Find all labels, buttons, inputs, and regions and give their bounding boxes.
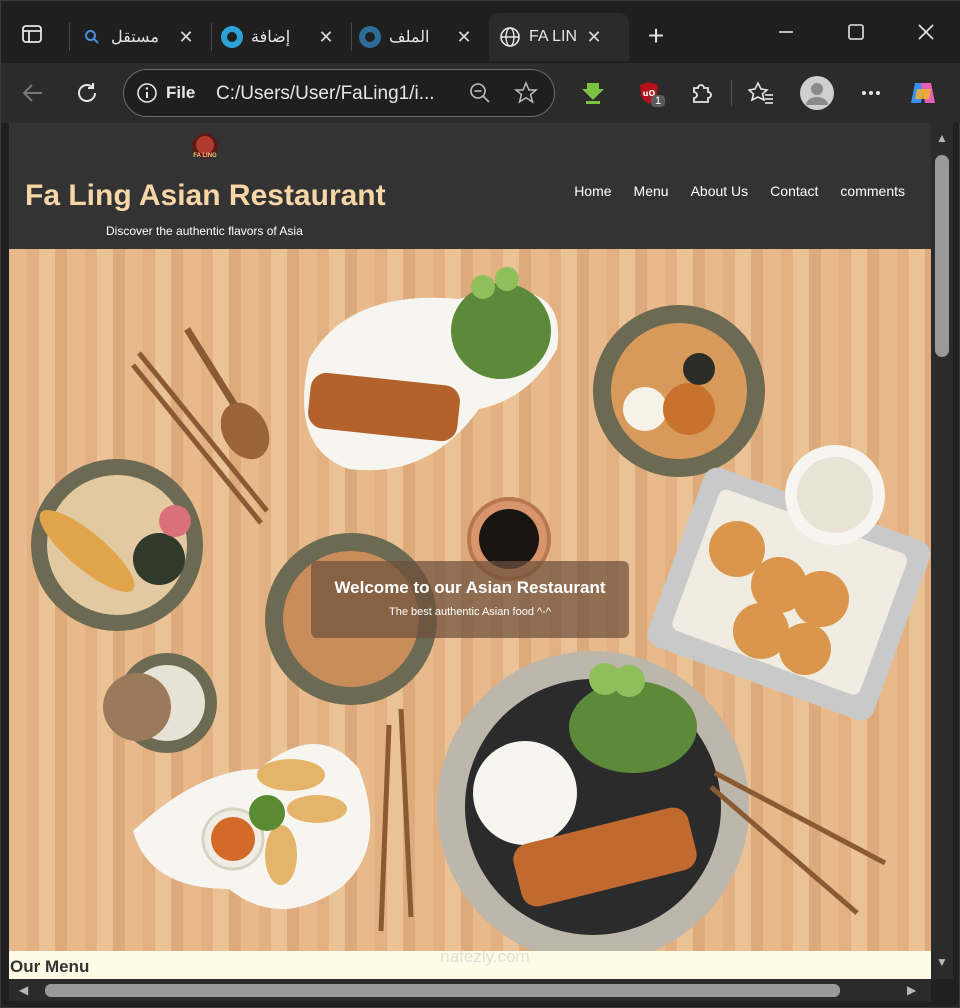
vertical-scroll-thumb[interactable] bbox=[935, 155, 949, 357]
scroll-right-icon[interactable]: ▶ bbox=[907, 983, 916, 997]
close-tab-icon[interactable]: ✕ bbox=[317, 27, 335, 47]
tab-separator bbox=[69, 23, 70, 51]
menu-heading: Our Menu bbox=[10, 957, 90, 976]
minimize-icon[interactable] bbox=[771, 17, 801, 47]
scroll-left-icon[interactable]: ◀ bbox=[19, 983, 28, 997]
tab-file[interactable]: الملف ✕ bbox=[359, 13, 483, 61]
close-tab-icon[interactable]: ✕ bbox=[455, 27, 473, 47]
tab-strip: مستقل ✕ إضافة ✕ الملف ✕ FA LING ✕ + bbox=[1, 1, 960, 63]
tab-separator bbox=[211, 23, 212, 51]
scroll-down-icon[interactable]: ▼ bbox=[936, 955, 948, 969]
welcome-subheading: The best authentic Asian food ^-^ bbox=[389, 606, 551, 618]
tab-title: مستقل bbox=[111, 29, 159, 46]
download-manager-icon[interactable] bbox=[577, 77, 609, 109]
nav-home[interactable]: Home bbox=[574, 183, 611, 199]
favorites-icon[interactable] bbox=[745, 77, 777, 109]
nav-menu[interactable]: Menu bbox=[634, 183, 669, 199]
profile-avatar-icon[interactable] bbox=[799, 75, 835, 111]
site-title: Fa Ling Asian Restaurant bbox=[25, 179, 386, 212]
close-tab-icon[interactable]: ✕ bbox=[585, 27, 603, 47]
main-nav: Home Menu About Us Contact comments bbox=[574, 183, 905, 199]
welcome-banner: Welcome to our Asian Restaurant The best… bbox=[311, 561, 629, 638]
search-icon bbox=[81, 26, 103, 48]
back-icon[interactable] bbox=[17, 77, 49, 109]
watermark-text: nafezly.com bbox=[440, 947, 530, 966]
globe-icon bbox=[499, 26, 521, 48]
page-viewport: FA LING Fa Ling Asian Restaurant Discove… bbox=[9, 123, 931, 979]
maximize-icon[interactable] bbox=[841, 17, 871, 47]
zoom-out-icon[interactable] bbox=[468, 81, 494, 107]
site-header: FA LING Fa Ling Asian Restaurant Discove… bbox=[9, 123, 931, 249]
tab-title: الملف bbox=[389, 29, 430, 46]
tab-title: FA LING bbox=[529, 28, 577, 45]
tab-separator bbox=[351, 23, 352, 51]
site-tagline: Discover the authentic flavors of Asia bbox=[106, 224, 303, 238]
circle-icon bbox=[359, 26, 381, 48]
tab-add[interactable]: إضافة ✕ bbox=[221, 13, 345, 61]
ublock-icon[interactable]: uO 1 bbox=[633, 77, 666, 109]
toolbar: File C:/Users/User/FaLing1/i... uO 1 bbox=[1, 63, 960, 123]
close-window-icon[interactable] bbox=[911, 17, 941, 47]
address-bar[interactable]: File C:/Users/User/FaLing1/i... bbox=[123, 69, 555, 117]
url-scheme: File bbox=[166, 83, 196, 102]
circle-icon bbox=[221, 26, 243, 48]
copilot-icon[interactable] bbox=[907, 77, 939, 109]
horizontal-scroll-thumb[interactable] bbox=[45, 984, 840, 997]
browser-window: مستقل ✕ إضافة ✕ الملف ✕ FA LING ✕ + bbox=[0, 0, 960, 1008]
scroll-up-icon[interactable]: ▲ bbox=[936, 131, 948, 145]
info-icon[interactable] bbox=[136, 82, 158, 104]
tab-faling[interactable]: FA LING ✕ bbox=[489, 13, 629, 61]
logo-text: FA LING bbox=[193, 153, 217, 159]
url-text[interactable]: C:/Users/User/FaLing1/i... bbox=[216, 83, 456, 105]
close-tab-icon[interactable]: ✕ bbox=[177, 27, 195, 47]
tab-mostaql[interactable]: مستقل ✕ bbox=[81, 13, 205, 61]
more-options-icon[interactable] bbox=[855, 77, 887, 109]
tab-actions-icon[interactable] bbox=[19, 21, 45, 47]
favorite-star-icon[interactable] bbox=[513, 81, 540, 107]
welcome-heading: Welcome to our Asian Restaurant bbox=[334, 578, 606, 597]
extensions-icon[interactable] bbox=[685, 77, 717, 109]
toolbar-divider bbox=[731, 80, 732, 106]
nav-contact[interactable]: Contact bbox=[770, 183, 818, 199]
nav-comments[interactable]: comments bbox=[840, 183, 905, 199]
new-tab-icon[interactable]: + bbox=[641, 20, 671, 51]
hero-food-image: Welcome to our Asian Restaurant The best… bbox=[9, 249, 931, 951]
nav-about-us[interactable]: About Us bbox=[691, 183, 749, 199]
tab-title: إضافة bbox=[251, 29, 291, 46]
reload-icon[interactable] bbox=[71, 77, 103, 109]
extension-badge: 1 bbox=[651, 95, 666, 107]
